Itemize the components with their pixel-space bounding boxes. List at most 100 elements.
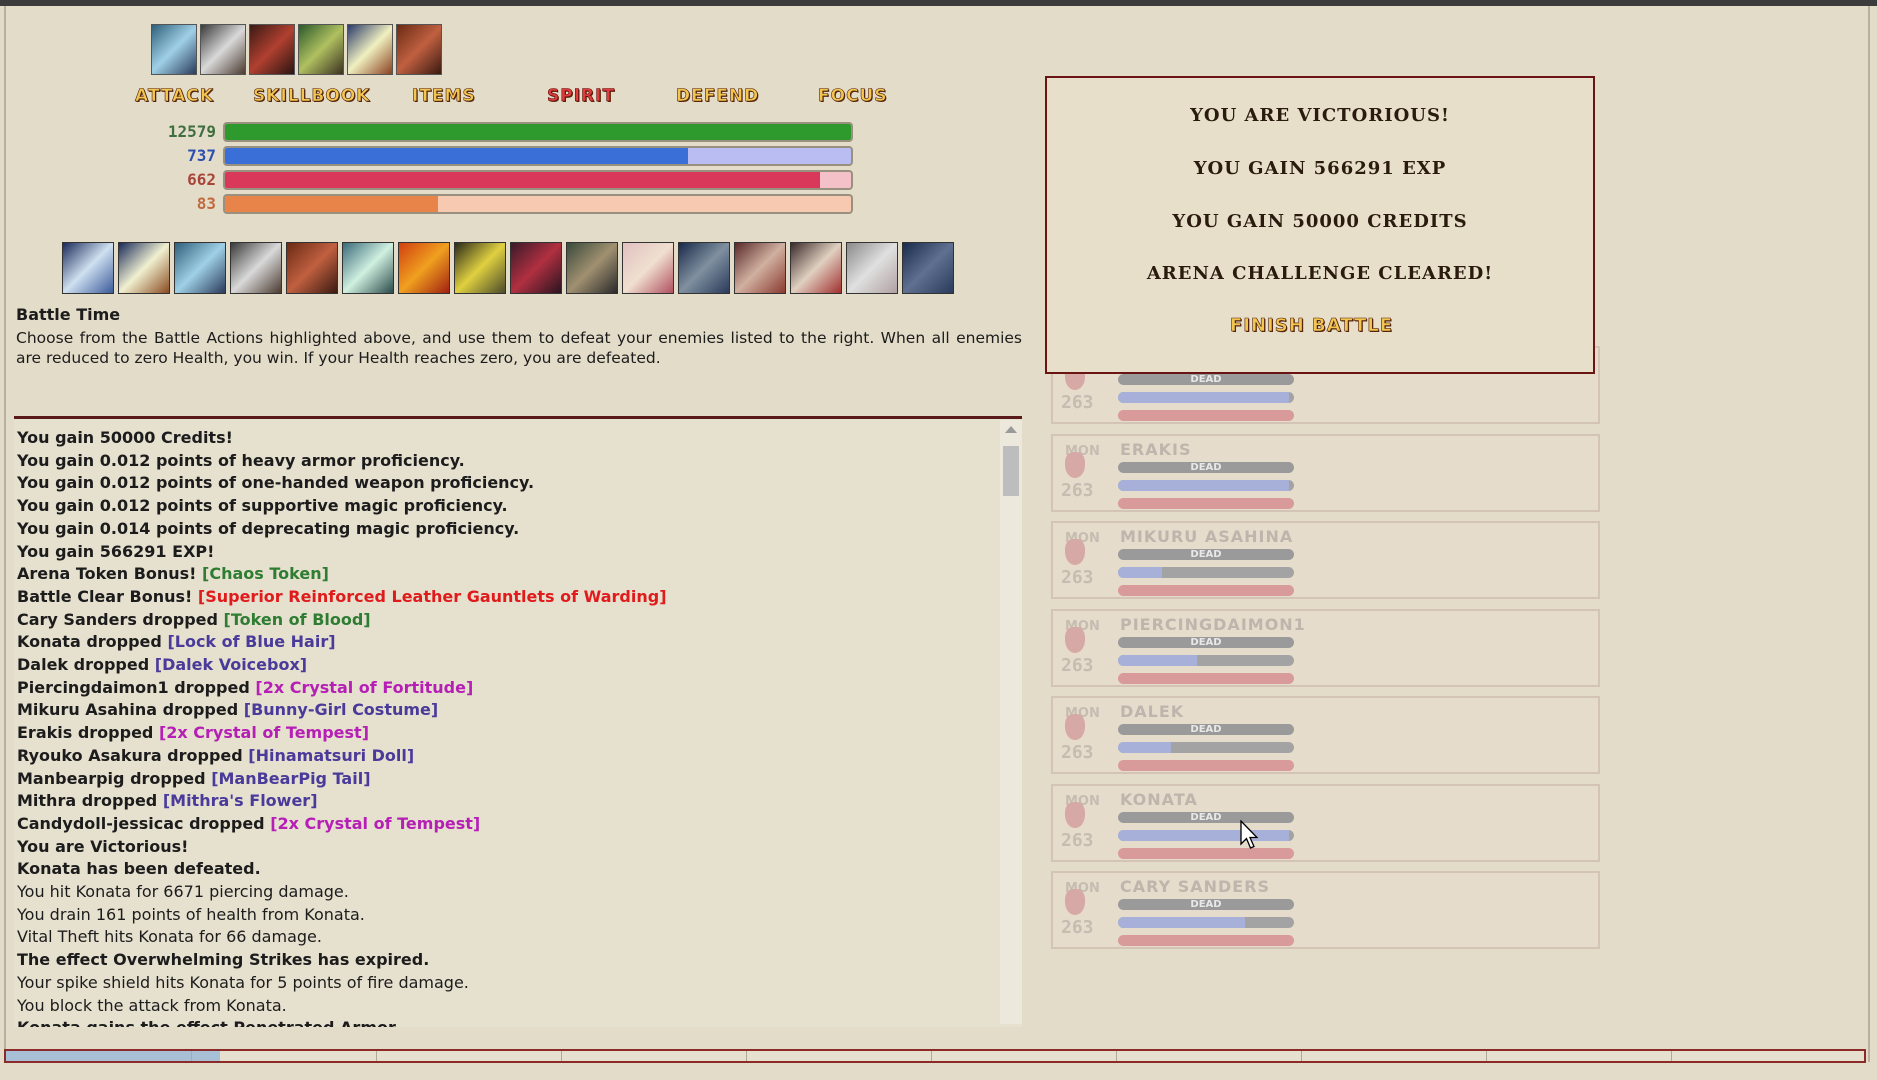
focus-button[interactable]: FOCUS: [818, 86, 888, 107]
items-button[interactable]: ITEMS: [412, 86, 476, 107]
defend-button[interactable]: DEFEND: [676, 86, 759, 107]
log-text: Dalek dropped: [17, 655, 155, 674]
progress-divider: [561, 1051, 562, 1061]
magic-bar-fill: [225, 148, 689, 164]
monster-magic-bar: [1118, 654, 1294, 666]
monster-level: 263: [1061, 392, 1094, 413]
progress-divider: [191, 1051, 192, 1061]
log-line: Battle Clear Bonus! [Superior Reinforced…: [17, 587, 667, 606]
quickbar-slot-7[interactable]: [398, 242, 450, 294]
log-line: Konata has been defeated.: [17, 859, 261, 878]
monster-magic-fill: [1118, 742, 1171, 753]
log-line: Manbearpig dropped [ManBearPig Tail]: [17, 769, 371, 788]
monster-pane[interactable]: MON 263 DALEK DEAD: [1051, 696, 1600, 774]
quickbar-slot-16[interactable]: [902, 242, 954, 294]
monster-level: 263: [1061, 917, 1094, 938]
attack-button[interactable]: ATTACK: [135, 86, 214, 107]
log-line: Your spike shield hits Konata for 5 poin…: [17, 973, 469, 992]
monster-magic-fill: [1118, 829, 1289, 841]
scroll-up-arrow-icon[interactable]: [1005, 426, 1017, 433]
monster-spirit-bar: [1118, 672, 1294, 684]
log-text: Mithra dropped: [17, 791, 163, 811]
log-text: Arena Token Bonus!: [17, 564, 203, 584]
quickbar: [62, 242, 954, 294]
finish-battle-button[interactable]: FINISH BATTLE: [1230, 315, 1393, 337]
monster-magic-fill: [1118, 392, 1289, 403]
monster-magic-fill: [1118, 479, 1289, 491]
spirit-value: 662: [187, 170, 216, 189]
battle-actions: ATTACK SKILLBOOK ITEMS SPIRIT DEFEND FOC…: [125, 86, 905, 110]
log-scrollbar[interactable]: [1000, 420, 1022, 1024]
monster-name: DALEK: [1120, 702, 1185, 721]
quickbar-slot-5[interactable]: [286, 242, 338, 294]
log-line: You gain 566291 EXP!: [17, 542, 214, 561]
quickbar-slot-1[interactable]: [62, 242, 114, 294]
effect-icon-1[interactable]: [151, 24, 197, 75]
spirit-button[interactable]: SPIRIT: [547, 86, 615, 107]
effect-icon-3[interactable]: [249, 24, 295, 75]
log-text: You gain 0.014 points of deprecating mag…: [17, 518, 520, 538]
monster-health-bar: DEAD: [1118, 899, 1294, 910]
effect-icon-4[interactable]: [298, 24, 344, 75]
quickbar-slot-4[interactable]: [230, 242, 282, 294]
monster-magic-bar: [1118, 742, 1294, 753]
scroll-thumb[interactable]: [1003, 446, 1019, 496]
log-text: Cary Sanders dropped: [17, 609, 224, 629]
monster-portrait-icon: [1065, 714, 1085, 740]
log-text: The effect Overwhelming Strikes has expi…: [17, 950, 430, 970]
log-line: You hit Konata for 6671 piercing damage.: [17, 882, 349, 901]
monster-level: 263: [1061, 654, 1094, 676]
progress-divider: [376, 1051, 377, 1061]
monster-spirit-bar: [1118, 497, 1294, 509]
monster-status: DEAD: [1190, 899, 1222, 910]
quickbar-slot-3[interactable]: [174, 242, 226, 294]
skillbook-button[interactable]: SKILLBOOK: [253, 86, 370, 107]
active-effects: [151, 24, 442, 75]
log-item-name: [Chaos Token]: [202, 564, 329, 584]
log-line: Candydoll-jessicac dropped [2x Crystal o…: [17, 814, 480, 833]
quickbar-slot-12[interactable]: [678, 242, 730, 294]
log-line: Mithra dropped [Mithra's Flower]: [17, 791, 318, 810]
log-line: You block the attack from Konata.: [17, 996, 287, 1015]
health-value: 12579: [167, 122, 216, 141]
log-line: You are Victorious!: [17, 837, 188, 856]
monster-health-bar: DEAD: [1118, 461, 1294, 473]
monster-magic-fill: [1118, 567, 1162, 578]
progress-divider: [746, 1051, 747, 1061]
battle-info-text: Choose from the Battle Actions highlight…: [16, 329, 1022, 367]
monster-pane[interactable]: MON 263 ERAKIS DEAD: [1051, 433, 1600, 512]
quickbar-slot-9[interactable]: [510, 242, 562, 294]
log-line: You gain 0.012 points of heavy armor pro…: [17, 451, 465, 470]
effect-icon-5[interactable]: [347, 24, 393, 75]
quickbar-slot-6[interactable]: [342, 242, 394, 294]
quickbar-slot-2[interactable]: [118, 242, 170, 294]
quickbar-slot-8[interactable]: [454, 242, 506, 294]
effect-icon-6[interactable]: [396, 24, 442, 75]
monster-level: 263: [1061, 829, 1094, 851]
monster-magic-bar: [1118, 479, 1294, 491]
quickbar-slot-10[interactable]: [566, 242, 618, 294]
log-item-name: [2x Crystal of Tempest]: [158, 723, 369, 743]
overcharge-value: 83: [196, 194, 216, 213]
log-item-name: [Bunny-Girl Costume]: [243, 700, 439, 720]
monster-health-bar: DEAD: [1118, 549, 1294, 560]
overcharge-bar-fill: [225, 196, 438, 212]
monster-pane[interactable]: MON 263 CARY SANDERS DEAD: [1051, 871, 1600, 949]
monster-pane[interactable]: MON 263 PIERCINGDAIMON1 DEAD: [1051, 608, 1600, 687]
quickbar-slot-14[interactable]: [790, 242, 842, 294]
monster-magic-bar: [1118, 917, 1294, 928]
log-item-name: [Superior Reinforced Leather Gauntlets o…: [197, 586, 667, 606]
monster-pane[interactable]: MON 263 MIKURU ASAHINA DEAD: [1051, 521, 1600, 599]
log-text: You hit Konata for 6671 piercing damage.: [17, 882, 349, 901]
quickbar-slot-13[interactable]: [734, 242, 786, 294]
quickbar-slot-11[interactable]: [622, 242, 674, 294]
log-text: Your spike shield hits Konata for 5 poin…: [17, 972, 469, 992]
monster-magic-bar: [1118, 829, 1294, 841]
quickbar-slot-15[interactable]: [846, 242, 898, 294]
credits-gain-text: YOU GAIN 50000 CREDITS: [1172, 211, 1468, 232]
log-item-name: [2x Crystal of Tempest]: [270, 813, 481, 833]
effect-icon-2[interactable]: [200, 24, 246, 75]
monster-pane[interactable]: MON 263 KONATA DEAD: [1051, 783, 1600, 862]
monster-health-bar: DEAD: [1118, 374, 1294, 385]
monster-health-bar: DEAD: [1118, 636, 1294, 648]
